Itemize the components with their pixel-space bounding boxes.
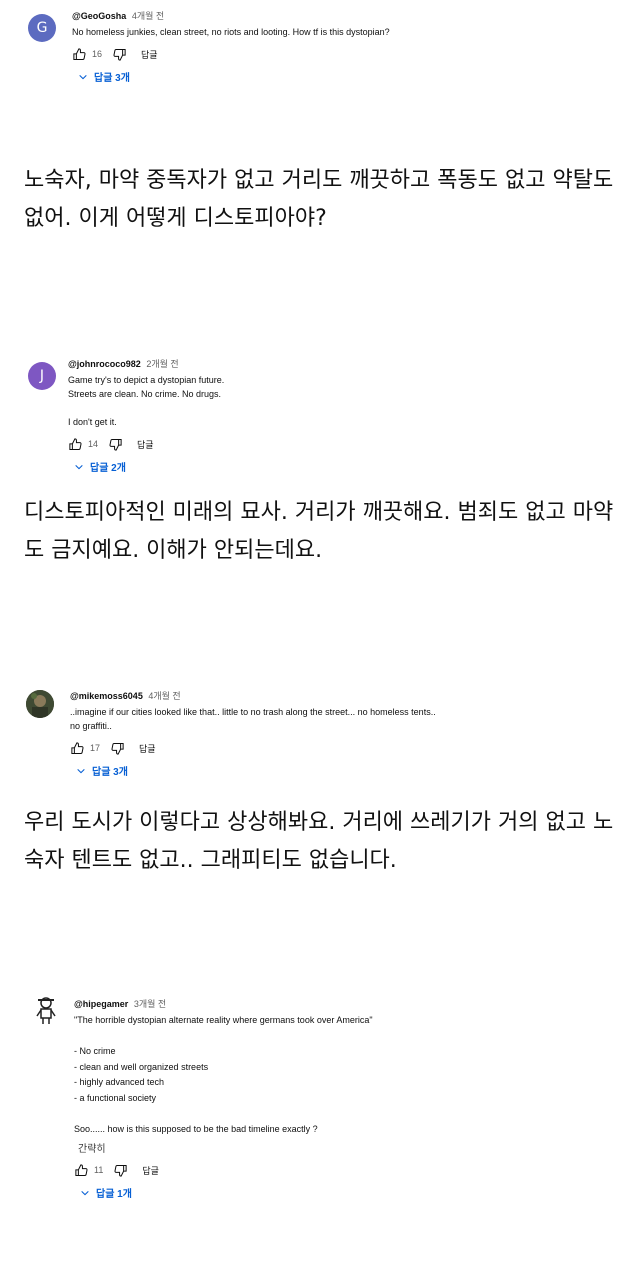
comment-author[interactable]: @mikemoss6045 (70, 691, 143, 701)
replies-count: 답글 1개 (96, 1189, 132, 1200)
show-less-button[interactable]: 간략히 (78, 1140, 614, 1155)
comment-text: ..imagine if our cities looked like that… (70, 707, 436, 731)
replies-count: 답글 3개 (94, 73, 130, 84)
dislike-button[interactable] (112, 47, 127, 62)
thumbs-up-icon (73, 47, 86, 60)
avatar-photo (26, 690, 54, 718)
thumbs-down-icon (111, 742, 124, 755)
view-replies-button[interactable]: 답글 3개 (76, 763, 610, 778)
avatar[interactable]: G (28, 14, 56, 42)
reply-button[interactable]: 답글 (139, 742, 156, 755)
thumbs-down-icon (109, 438, 122, 451)
comment-time[interactable]: 4개월 전 (132, 11, 164, 21)
dislike-button[interactable] (108, 437, 123, 452)
like-button[interactable] (68, 437, 83, 452)
comment-text: No homeless junkies, clean street, no ri… (72, 27, 390, 37)
comment-actions: 11 답글 (74, 1161, 614, 1179)
chevron-down-icon (81, 1190, 89, 1195)
like-button[interactable] (72, 47, 87, 62)
comment-author[interactable]: @GeoGosha (72, 11, 126, 21)
thumbs-down-icon (114, 1164, 127, 1177)
comment-author[interactable]: @johnrococo982 (68, 359, 141, 369)
view-replies-button[interactable]: 답글 3개 (78, 69, 612, 84)
like-count: 14 (88, 439, 99, 449)
like-count: 17 (90, 743, 101, 753)
reply-button[interactable]: 답글 (137, 438, 154, 451)
replies-count: 답글 3개 (92, 767, 128, 778)
thumbs-up-icon (69, 437, 82, 450)
comment-header: @hipegamer 3개월 전 (74, 998, 614, 1010)
comment-text: "The horrible dystopian alternate realit… (74, 1015, 373, 1134)
thumbs-up-icon (71, 741, 84, 754)
avatar[interactable] (32, 996, 60, 1024)
view-replies-button[interactable]: 답글 2개 (74, 459, 608, 474)
comment-header: @GeoGosha 4개월 전 (72, 10, 612, 22)
chevron-down-icon (77, 768, 85, 773)
chevron-down-icon (75, 464, 83, 469)
comment-time[interactable]: 3개월 전 (134, 999, 166, 1009)
comment-actions: 16 답글 (72, 45, 612, 63)
replies-count: 답글 2개 (90, 463, 126, 474)
reply-button[interactable]: 답글 (141, 48, 158, 61)
comment-header: @johnrococo982 2개월 전 (68, 358, 608, 370)
comment-actions: 14 답글 (68, 435, 608, 453)
translation-text: 노숙자, 마약 중독자가 없고 거리도 깨끗하고 폭동도 없고 약탈도 없어. … (24, 168, 614, 231)
comment-actions: 17 답글 (70, 739, 610, 757)
translation-text: 우리 도시가 이렇다고 상상해봐요. 거리에 쓰레기가 거의 없고 노숙자 텐트… (24, 810, 614, 873)
avatar-drawing (36, 997, 56, 1024)
chevron-down-icon (79, 74, 87, 79)
view-replies-button[interactable]: 답글 1개 (80, 1185, 614, 1200)
like-count: 11 (94, 1165, 104, 1175)
thumbs-up-icon (75, 1163, 88, 1176)
comment-author[interactable]: @hipegamer (74, 999, 128, 1009)
dislike-button[interactable] (113, 1163, 128, 1178)
like-count: 16 (92, 49, 103, 59)
like-button[interactable] (70, 741, 85, 756)
translation-text: 디스토피아적인 미래의 묘사. 거리가 깨끗해요. 범죄도 없고 마약도 금지예… (24, 500, 614, 563)
comment-text: Game try's to depict a dystopian future.… (68, 375, 225, 427)
comment-time[interactable]: 4개월 전 (148, 691, 180, 701)
avatar[interactable] (26, 690, 54, 718)
dislike-button[interactable] (110, 741, 125, 756)
avatar[interactable]: J (28, 362, 56, 390)
reply-button[interactable]: 답글 (142, 1164, 159, 1177)
like-button[interactable] (74, 1163, 89, 1178)
thumbs-down-icon (113, 48, 126, 61)
comment-header: @mikemoss6045 4개월 전 (70, 690, 610, 702)
comment-time[interactable]: 2개월 전 (146, 359, 178, 369)
